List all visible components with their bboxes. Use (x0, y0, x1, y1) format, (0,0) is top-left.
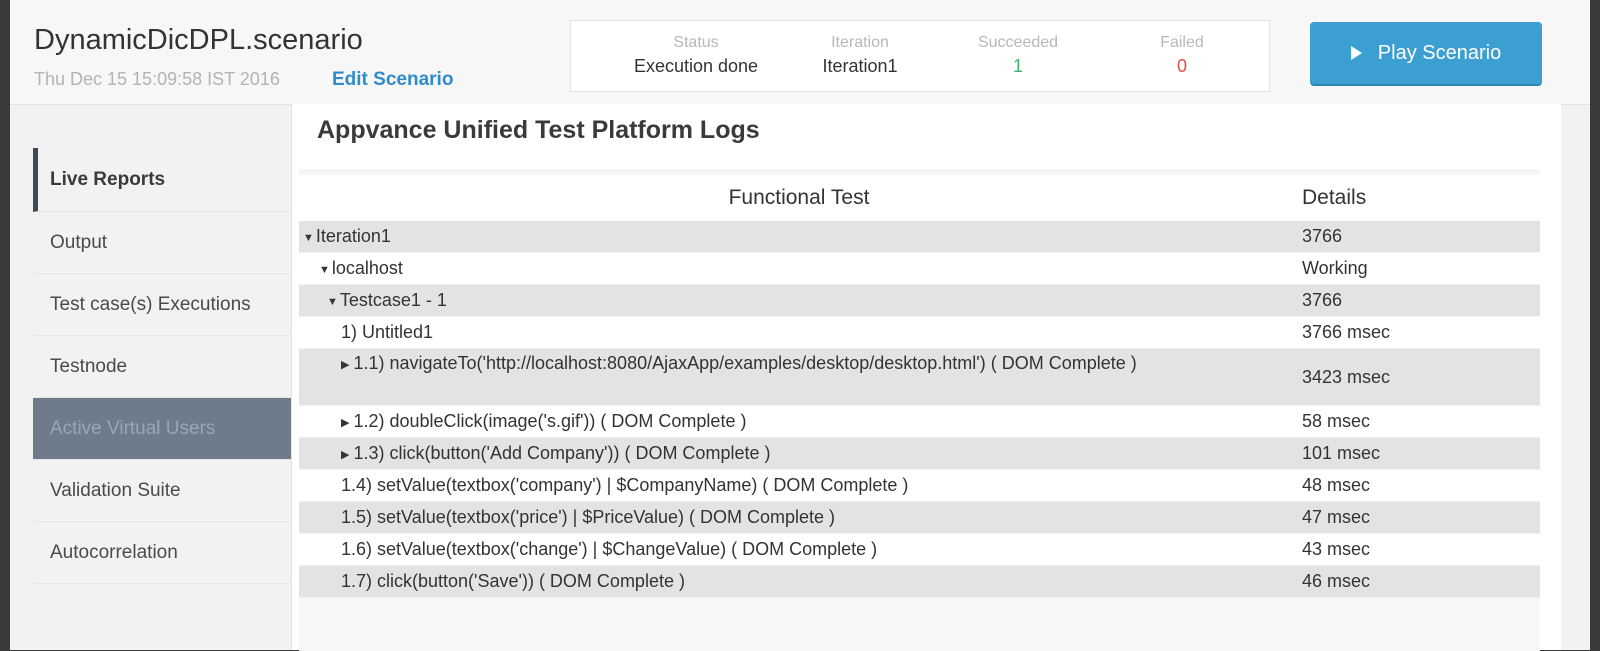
iteration-stat: Iteration Iteration1 (797, 33, 923, 79)
sidebar-item-output[interactable]: Output (33, 212, 291, 274)
row-text: 1.6) setValue(textbox('change') | $Chang… (341, 539, 878, 559)
sidebar-item-label: Output (50, 231, 108, 253)
play-scenario-label: Play Scenario (1377, 41, 1502, 64)
sidebar-item-label: Active Virtual Users (50, 417, 216, 439)
row-text: 1.4) setValue(textbox('company') | $Comp… (341, 475, 909, 495)
status-summary: Status Execution done Iteration Iteratio… (570, 20, 1270, 92)
row-details: 3423 msec (1302, 366, 1391, 387)
sidebar-item-testnode[interactable]: Testnode (33, 336, 291, 398)
row-text: localhost (331, 258, 403, 278)
logs-table: Functional Test Details ▼ Iteration1 3766… (299, 175, 1540, 598)
row-text: 1.3) click(button('Add Company')) ( DOM … (353, 443, 771, 463)
table-row[interactable]: 1.6) setValue(textbox('change') | $Chang… (299, 534, 1540, 566)
table-row[interactable]: ▼ localhost Working (299, 253, 1540, 285)
succeeded-stat: Succeeded 1 (963, 33, 1073, 79)
failed-label: Failed (1160, 34, 1204, 51)
table-row[interactable]: ▶ 1.1) navigateTo('http://localhost:8080/… (299, 349, 1540, 406)
column-header-details: Details (1302, 186, 1367, 209)
caret-down-icon[interactable]: ▼ (303, 232, 314, 244)
sidebar-item-live-reports[interactable]: Live Reports (33, 148, 291, 212)
column-header-functional-test: Functional Test (728, 186, 870, 209)
row-details: 58 msec (1302, 411, 1371, 431)
failed-value: 0 (1176, 56, 1187, 76)
scenario-date: Thu Dec 15 15:09:58 IST 2016 (34, 69, 280, 89)
table-row[interactable]: ▶ 1.2) doubleClick(image('s.gif')) ( DOM … (299, 406, 1540, 438)
table-row[interactable]: 1.5) setValue(textbox('price') | $PriceV… (299, 502, 1540, 534)
logs-area: Functional Test Details ▼ Iteration1 3766… (299, 170, 1540, 651)
row-details: 3766 (1302, 226, 1343, 246)
succeeded-label: Succeeded (977, 34, 1059, 51)
row-details: 101 msec (1302, 443, 1381, 463)
play-scenario-button[interactable]: Play Scenario (1310, 22, 1542, 86)
row-details: 46 msec (1302, 571, 1371, 591)
status-stat: Status Execution done (611, 33, 781, 79)
caret-down-icon[interactable]: ▼ (319, 264, 330, 276)
row-details: 47 msec (1302, 507, 1371, 527)
edit-scenario-link[interactable]: Edit Scenario (332, 69, 453, 91)
table-row[interactable]: 1) Untitled1 3766 msec (299, 317, 1540, 349)
table-row[interactable]: ▼ Testcase1 - 1 3766 (299, 285, 1540, 317)
sidebar-item-label: Test case(s) Executions (50, 293, 251, 315)
table-row[interactable]: 1.4) setValue(textbox('company') | $Comp… (299, 470, 1540, 502)
sidebar-item-test-case-executions[interactable]: Test case(s) Executions (33, 274, 291, 336)
iteration-value: Iteration1 (822, 56, 898, 76)
row-details: 48 msec (1302, 475, 1371, 495)
table-row[interactable]: ▼ Iteration1 3766 (299, 221, 1540, 253)
row-details: 3766 msec (1302, 322, 1391, 342)
scenario-title: DynamicDicDPL.scenario (34, 24, 363, 56)
sidebar-item-label: Validation Suite (50, 479, 181, 501)
failed-stat: Failed 0 (1127, 33, 1237, 79)
sidebar-item-validation-suite[interactable]: Validation Suite (33, 460, 291, 522)
sidebar: Live Reports Output Test case(s) Executi… (33, 148, 291, 584)
row-details: 3766 (1302, 290, 1343, 310)
table-header: Functional Test Details (299, 175, 1540, 221)
row-details: 43 msec (1302, 539, 1371, 559)
row-text: Iteration1 (315, 226, 391, 246)
row-text: 1.7) click(button('Save')) ( DOM Complet… (341, 571, 685, 591)
row-text: 1.5) setValue(textbox('price') | $PriceV… (341, 507, 836, 527)
play-icon (1350, 46, 1362, 60)
sidebar-item-autocorrelation[interactable]: Autocorrelation (33, 522, 291, 584)
row-details: Working (1302, 258, 1368, 278)
sidebar-item-label: Live Reports (50, 168, 166, 190)
row-text: 1.1) navigateTo('http://localhost:8080/A… (353, 353, 1137, 373)
header: DynamicDicDPL.scenario Thu Dec 15 15:09:… (10, 0, 1590, 105)
status-value: Execution done (633, 56, 759, 76)
page-title: Appvance Unified Test Platform Logs (317, 116, 760, 144)
row-text: Testcase1 - 1 (339, 290, 447, 310)
sidebar-item-label: Autocorrelation (50, 541, 178, 563)
row-text: 1.2) doubleClick(image('s.gif')) ( DOM C… (353, 411, 747, 431)
succeeded-value: 1 (1012, 56, 1023, 76)
caret-down-icon[interactable]: ▼ (327, 296, 338, 308)
table-row[interactable]: ▶ 1.3) click(button('Add Company')) ( DOM… (299, 438, 1540, 470)
caret-right-icon[interactable]: ▶ (341, 359, 349, 371)
caret-right-icon[interactable]: ▶ (341, 417, 349, 429)
iteration-label: Iteration (831, 34, 889, 51)
caret-right-icon[interactable]: ▶ (341, 449, 349, 461)
app-frame: DynamicDicDPL.scenario Thu Dec 15 15:09:… (10, 0, 1590, 651)
row-text: 1) Untitled1 (341, 322, 434, 342)
main-panel: Appvance Unified Test Platform Logs Func… (291, 104, 1561, 651)
table-row[interactable]: 1.7) click(button('Save')) ( DOM Complet… (299, 566, 1540, 598)
sidebar-item-active-virtual-users[interactable]: Active Virtual Users (33, 398, 291, 460)
status-label: Status (673, 34, 719, 51)
sidebar-item-label: Testnode (50, 355, 128, 377)
